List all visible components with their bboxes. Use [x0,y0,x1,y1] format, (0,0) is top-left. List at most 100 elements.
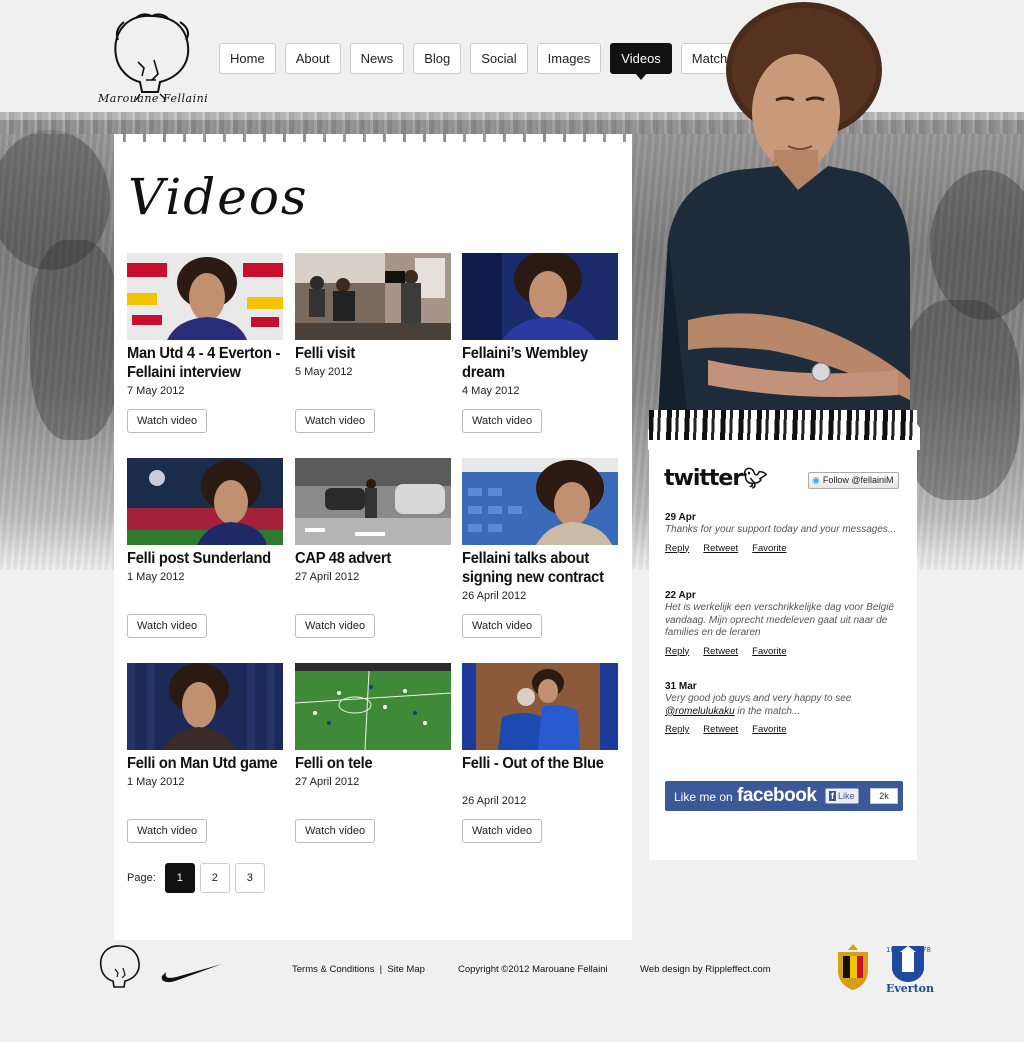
video-thumbnail[interactable] [127,253,283,340]
tweet-date: 31 Mar [665,681,697,692]
page-2-button[interactable]: 2 [199,863,230,893]
twitter-bird-icon: ◉ [812,475,820,485]
video-thumbnail[interactable] [462,253,618,340]
watch-video-button[interactable]: Watch video [462,614,543,638]
ghost-figure [930,170,1024,320]
tweet: 31 Mar Very good job guys and very happy… [665,681,905,735]
video-card: Felli visit 5 May 2012 Watch video [295,253,451,433]
video-title[interactable]: Man Utd 4 - 4 Everton - Fellaini intervi… [127,344,283,382]
nav-blog[interactable]: Blog [413,43,462,74]
video-card: Felli - Out of the Blue 26 April 2012 Wa… [462,663,618,843]
video-card: CAP 48 advert 27 April 2012 Watch video [295,458,451,638]
video-title[interactable]: Felli post Sunderland [127,549,283,568]
tweet-reply-link[interactable]: Reply [665,646,689,657]
watch-video-button[interactable]: Watch video [127,409,208,433]
tweet-text: Het is werkelijk een verschrikkelijke da… [665,602,894,638]
video-thumbnail[interactable] [462,663,618,750]
video-card: Fellaini talks about signing new contrac… [462,458,618,638]
player-photo [648,2,920,450]
video-date: 27 April 2012 [295,571,360,583]
watch-video-button[interactable]: Watch video [127,819,208,843]
tweet-retweet-link[interactable]: Retweet [703,724,738,735]
nav-news[interactable]: News [349,43,405,74]
logo-signature: Marouane Fellaini [98,92,209,105]
footer-afro-logo-icon[interactable] [95,943,145,995]
video-card: Felli on Man Utd game 1 May 2012 Watch v… [127,663,283,843]
tweet-date: 29 Apr [665,512,696,523]
video-thumbnail[interactable] [295,253,451,340]
tweet-reply-link[interactable]: Reply [665,724,689,735]
tweet-retweet-link[interactable]: Retweet [703,543,738,554]
page-title: Videos [128,168,309,226]
nav-home[interactable]: Home [219,43,276,74]
copyright-text: Copyright ©2012 Marouane Fellaini [458,964,608,975]
page-1-button[interactable]: 1 [164,863,195,893]
like-label: Like [838,791,855,801]
video-title[interactable]: Felli on tele [295,754,451,773]
facebook-like-count: 2k [870,788,898,804]
nav-social[interactable]: Social [470,43,528,74]
watch-video-button[interactable]: Watch video [462,819,543,843]
pagination: Page: 1 2 3 [127,863,265,893]
video-date: 27 April 2012 [295,776,360,788]
tweet-retweet-link[interactable]: Retweet [703,646,738,657]
facebook-like-button[interactable]: f Like [825,788,859,804]
video-title[interactable]: Felli - Out of the Blue [462,754,618,773]
facebook-prefix: Like me on [674,790,733,804]
video-card: Felli post Sunderland 1 May 2012 Watch v… [127,458,283,638]
watch-video-button[interactable]: Watch video [462,409,543,433]
svg-text:18: 18 [886,946,895,954]
watch-video-button[interactable]: Watch video [127,614,208,638]
tweet-favorite-link[interactable]: Favorite [752,543,786,554]
facebook-like-banner[interactable]: Like me on facebook f Like 2k [665,781,903,811]
twitter-follow-button[interactable]: ◉ Follow @fellainiM [808,472,899,489]
tweet: 22 Apr Het is werkelijk een verschrikkel… [665,590,905,657]
nav-images[interactable]: Images [536,43,602,74]
footer-separator: | [379,964,383,975]
nav-about[interactable]: About [284,43,341,74]
video-card: Felli on tele 27 April 2012 Watch video [295,663,451,843]
video-title[interactable]: CAP 48 advert [295,549,451,568]
twitter-bird-icon: 🐦︎ [742,466,767,490]
watch-video-button[interactable]: Watch video [295,409,376,433]
tweet-favorite-link[interactable]: Favorite [752,724,786,735]
video-card: Fellaini’s Wembley dream 4 May 2012 Watc… [462,253,618,433]
video-title[interactable]: Felli on Man Utd game [127,754,283,773]
sitemap-link[interactable]: Site Map [387,964,425,975]
video-date: 1 May 2012 [127,776,185,788]
page-3-button[interactable]: 3 [234,863,265,893]
video-thumbnail[interactable] [462,458,618,545]
tweet-text: Thanks for your support today and your m… [665,524,897,535]
tweet-text-part: in the match... [737,705,801,717]
video-date: 7 May 2012 [127,385,185,397]
watch-video-button[interactable]: Watch video [295,819,376,843]
tweet-reply-link[interactable]: Reply [665,543,689,554]
pagination-label: Page: [127,872,156,884]
facebook-wordmark: facebook [737,785,817,806]
tweet-text-part: Very good job guys and very happy to see [665,693,852,704]
tweet-mention-link[interactable]: @romelulukaku [665,706,735,717]
video-date: 1 May 2012 [127,571,185,583]
video-thumbnail[interactable] [127,663,283,750]
tweet-text: Very good job guys and very happy to see… [665,693,905,718]
video-card: Man Utd 4 - 4 Everton - Fellaini intervi… [127,253,283,433]
video-title[interactable]: Fellaini talks about signing new contrac… [462,549,618,587]
twitter-wordmark: twitter [664,466,743,491]
web-design-credit-link[interactable]: Web design by Rippleffect.com [640,964,771,975]
video-title[interactable]: Fellaini’s Wembley dream [462,344,618,382]
terms-link[interactable]: Terms & Conditions [292,964,374,975]
video-thumbnail[interactable] [295,663,451,750]
everton-name: Everton [886,982,934,995]
belgium-crest-icon[interactable] [834,942,872,992]
video-thumbnail[interactable] [295,458,451,545]
tweet-favorite-link[interactable]: Favorite [752,646,786,657]
tweet-date: 22 Apr [665,590,696,601]
twitter-logo: twitter🐦︎ [664,466,768,491]
nike-swoosh-icon[interactable] [160,962,222,984]
svg-text:78: 78 [922,946,931,954]
video-date: 4 May 2012 [462,385,520,397]
footer-links: Terms & Conditions | Site Map [292,964,425,975]
video-thumbnail[interactable] [127,458,283,545]
watch-video-button[interactable]: Watch video [295,614,376,638]
video-title[interactable]: Felli visit [295,344,451,363]
